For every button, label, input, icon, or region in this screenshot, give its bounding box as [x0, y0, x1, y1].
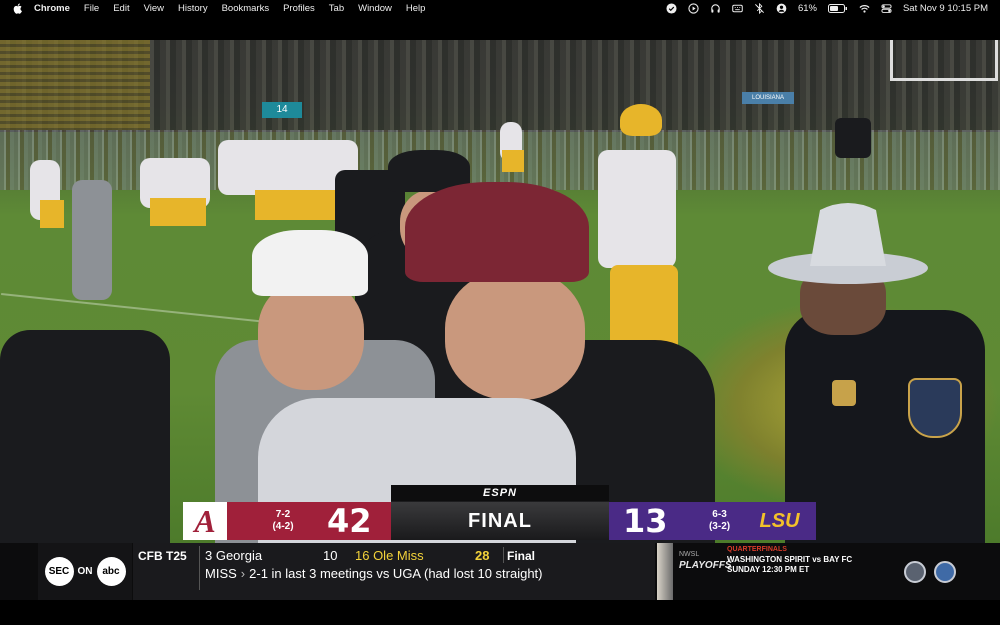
battery-icon[interactable] [827, 3, 848, 14]
game-status: FINAL [391, 502, 609, 540]
sponsor-logo-icon [934, 560, 956, 583]
away-record-overall: 7-2 [275, 509, 291, 520]
ad-brand-name: PLAYOFFS [679, 560, 732, 571]
scorebug-center: ESPN FINAL [391, 485, 609, 540]
abc-logo: abc [96, 557, 126, 586]
coach-maroon-cap [405, 182, 589, 282]
divider [503, 547, 504, 563]
bottomline-category: CFB T25 [138, 549, 187, 563]
player-figure [255, 190, 335, 220]
ticker-note: MISS › 2-1 in last 3 meetings vs UGA (had … [205, 566, 543, 581]
menu-help[interactable]: Help [406, 3, 426, 14]
lsu-player-38 [598, 150, 676, 268]
coach-white-cap [252, 230, 368, 296]
foreground-person [0, 330, 170, 543]
player-figure [40, 200, 64, 228]
apple-menu-icon[interactable] [12, 3, 22, 14]
menu-bookmarks[interactable]: Bookmarks [222, 3, 270, 14]
wifi-icon[interactable] [859, 3, 870, 14]
menu-app-chrome[interactable]: Chrome [34, 3, 70, 14]
away-record-conference: (4-2) [272, 521, 294, 532]
network-bug: SEC ON abc [38, 543, 132, 600]
ticker-score-2: 28 [475, 548, 490, 563]
player-figure [150, 198, 206, 226]
espn-logo: ESPN [391, 485, 609, 501]
ticker-team-2: 16 Ole Miss [355, 548, 424, 563]
ticker-team-1: 3 Georgia [205, 548, 263, 563]
ad-player-image [657, 543, 673, 600]
stadium-banner: LOUISIANA [742, 92, 794, 104]
menu-history[interactable]: History [178, 3, 208, 14]
menu-profiles[interactable]: Profiles [283, 3, 315, 14]
menu-window[interactable]: Window [358, 3, 392, 14]
trooper-campaign-hat [768, 203, 928, 284]
sec-network-logo: SEC [44, 557, 74, 586]
home-record-overall: 6-3 [712, 509, 727, 520]
divider [199, 546, 200, 590]
scorebug-home-team: 13 6-3 (3-2) LSU [609, 502, 816, 540]
ticker-note-team: MISS [205, 566, 237, 581]
menubar-status-area: 61% Sat Nov 9 10:15 PM [666, 0, 988, 17]
bluetooth-off-icon[interactable] [754, 3, 765, 14]
sponsor-logo-icon [904, 560, 926, 583]
battery-percent: 61% [797, 3, 817, 14]
away-record: 7-2 (4-2) [263, 509, 303, 533]
stadium-scoreboard: 14 [262, 102, 302, 118]
bottomline-ad: NWSL PLAYOFFS QUARTERFINALS WASHINGTON S… [655, 543, 895, 600]
menu-edit[interactable]: Edit [113, 3, 129, 14]
player-figure [502, 150, 524, 172]
chevron-right-icon: › [240, 566, 246, 581]
goal-post [890, 40, 998, 81]
control-center-icon[interactable] [881, 3, 892, 14]
letterbox-bottom [0, 600, 1000, 625]
referee-figure [835, 118, 871, 158]
ad-headline: QUARTERFINALS [727, 546, 787, 553]
ticker-score-1: 10 [323, 548, 338, 563]
play-circle-icon[interactable] [688, 3, 699, 14]
keyboard-icon[interactable] [732, 3, 743, 14]
scorebug-away-team: A 7-2 (4-2) 42 [183, 502, 391, 540]
home-record-conference: (3-2) [708, 521, 731, 532]
ad-time: SUNDAY 12:30 PM ET [727, 565, 810, 574]
ticker-game-status: Final [507, 549, 536, 563]
menu-tab[interactable]: Tab [329, 3, 344, 14]
lsu-helmet [620, 104, 662, 136]
home-record: 6-3 (3-2) [700, 509, 740, 533]
ticker-note-text: 2-1 in last 3 meetings vs UGA (had lost … [249, 566, 543, 581]
ad-brand: NWSL PLAYOFFS [679, 549, 732, 571]
staff-figure [72, 180, 112, 300]
home-score: 13 [623, 502, 668, 540]
ad-brand-small: NWSL [679, 551, 700, 558]
menubar-clock[interactable]: Sat Nov 9 10:15 PM [903, 3, 988, 14]
check-circle-icon[interactable] [666, 3, 677, 14]
network-on-label: ON [77, 566, 93, 577]
away-score: 42 [327, 502, 372, 540]
headphones-icon[interactable] [710, 3, 721, 14]
coach-head [445, 270, 585, 400]
coach-face [258, 280, 364, 390]
bottomline-scores: CFB T25 3 Georgia 10 16 Ole Miss 28 Fina… [133, 543, 655, 600]
lsu-logo: LSU [759, 510, 800, 532]
scorebug: A 7-2 (4-2) 42 ESPN FINAL 13 6-3 (3-2) L… [183, 485, 816, 540]
espn-bottomline: SEC ON abc CFB T25 3 Georgia 10 16 Ole M… [0, 543, 1000, 600]
ad-matchup: WASHINGTON SPIRIT vs BAY FC [727, 555, 853, 564]
user-circle-icon[interactable] [776, 3, 787, 14]
bottomline-logos [900, 543, 1000, 600]
video-frame[interactable]: 14 LOUISIANA [0, 40, 1000, 543]
menu-view[interactable]: View [144, 3, 164, 14]
macos-menu-bar: Chrome File Edit View History Bookmarks … [0, 0, 1000, 17]
alabama-logo-icon: A [183, 502, 227, 540]
trooper-badge [832, 380, 856, 406]
trooper-shoulder-patch [908, 378, 962, 438]
menu-file[interactable]: File [84, 3, 99, 14]
stadium-seats-gold [0, 40, 150, 130]
